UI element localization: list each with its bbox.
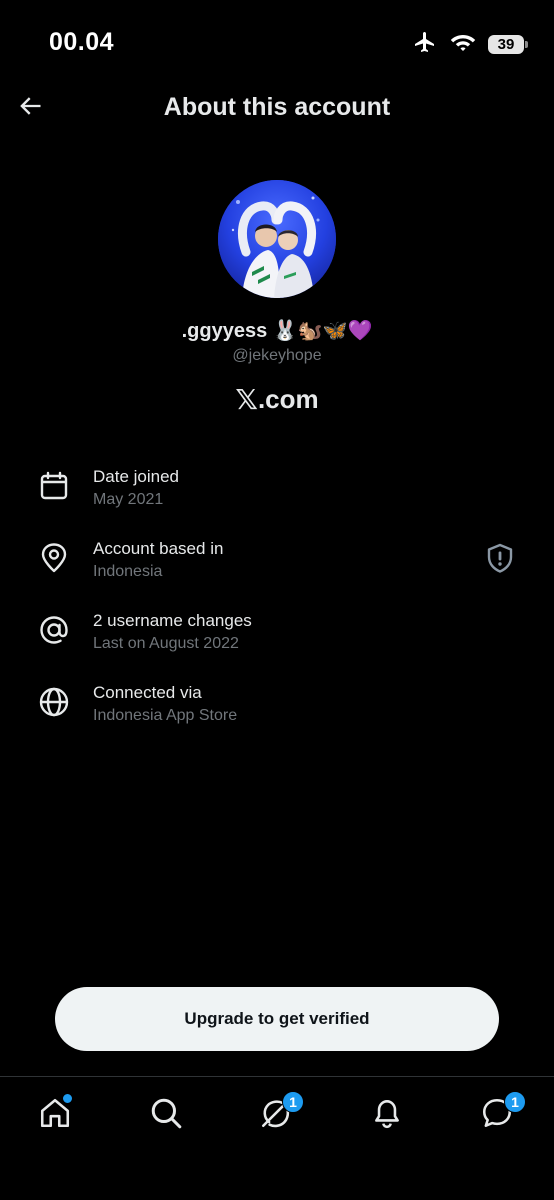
bell-icon — [370, 1096, 404, 1135]
header: About this account — [0, 80, 554, 136]
info-text: Date joined May 2021 — [93, 467, 179, 510]
info-title: Connected via — [93, 683, 202, 702]
username-handle: @jekeyhope — [232, 347, 322, 364]
messages-badge: 1 — [504, 1091, 526, 1113]
info-subtitle: Last on August 2022 — [93, 635, 239, 652]
page-title: About this account — [163, 93, 391, 121]
info-text: 2 username changes Last on August 2022 — [93, 611, 252, 654]
display-name: .ggyyess 🐰🐿️🦋💜 — [181, 320, 373, 342]
status-icons: 39 — [412, 30, 528, 59]
info-row-date-joined: Date joined May 2021 — [0, 462, 554, 522]
info-row-username-changes: 2 username changes Last on August 2022 — [0, 606, 554, 666]
search-icon — [149, 1096, 183, 1135]
nav-search[interactable] — [146, 1095, 186, 1135]
battery-indicator: 39 — [488, 35, 528, 54]
avatar[interactable] — [218, 180, 336, 298]
nav-notifications[interactable] — [367, 1095, 407, 1135]
platform-suffix: .com — [257, 384, 319, 414]
home-notification-dot — [62, 1093, 73, 1104]
info-subtitle: Indonesia — [93, 563, 163, 580]
avatar-photo — [218, 180, 336, 298]
nav-home[interactable] — [35, 1093, 75, 1135]
info-subtitle: May 2021 — [93, 491, 164, 508]
bottom-nav: 1 1 — [0, 1076, 554, 1200]
upgrade-to-verified-button[interactable]: Upgrade to get verified — [55, 987, 499, 1051]
info-row-connected-via: Connected via Indonesia App Store — [0, 678, 554, 738]
globe-icon — [38, 686, 70, 718]
wifi-icon — [450, 31, 476, 58]
info-subtitle: Indonesia App Store — [93, 707, 238, 724]
info-title: Account based in — [93, 539, 224, 558]
info-text: Account based in Indonesia — [93, 539, 223, 582]
airplane-mode-icon — [412, 30, 438, 59]
location-pin-icon — [38, 542, 70, 574]
nav-grok[interactable]: 1 — [256, 1091, 304, 1135]
info-title: 2 username changes — [93, 611, 252, 630]
at-sign-icon — [38, 614, 70, 646]
info-text: Connected via Indonesia App Store — [93, 683, 237, 726]
calendar-icon — [38, 470, 70, 502]
battery-level: 39 — [488, 35, 524, 54]
nav-messages[interactable]: 1 — [477, 1091, 526, 1135]
info-row-account-based-in: Account based in Indonesia — [0, 534, 554, 594]
battery-nub — [525, 41, 528, 48]
info-title: Date joined — [93, 467, 180, 486]
status-bar: 00.04 39 — [0, 0, 554, 80]
grok-badge: 1 — [282, 1091, 304, 1113]
shield-alert-icon[interactable] — [484, 542, 516, 574]
status-time: 00.04 — [49, 28, 115, 56]
platform-label: 𝕏 .com — [0, 383, 554, 416]
x-logo-icon: 𝕏 — [235, 383, 258, 416]
